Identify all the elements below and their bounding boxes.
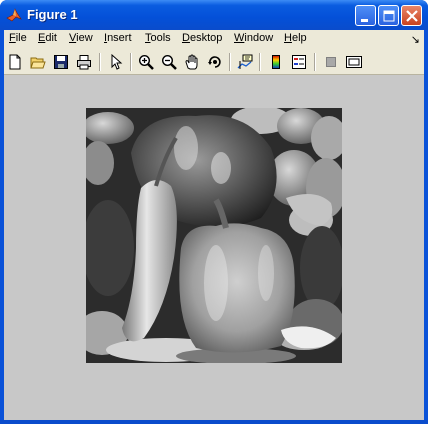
new-figure-icon [9, 54, 21, 70]
peppers-image [86, 108, 342, 363]
edit-plot-button[interactable] [106, 52, 126, 72]
data-cursor-button[interactable] [235, 52, 255, 72]
open-file-button[interactable] [28, 52, 48, 72]
zoom-out-icon [161, 54, 177, 70]
insert-colorbar-icon [272, 55, 280, 69]
new-figure-button[interactable] [5, 52, 25, 72]
menu-insert[interactable]: Insert [104, 32, 132, 44]
window-bottom-border [0, 420, 428, 424]
close-button[interactable] [401, 5, 422, 26]
maximize-icon [383, 10, 395, 22]
figure-window: Figure 1 File Edit View Insert Tools Des… [0, 0, 428, 424]
edit-plot-arrow-icon [111, 54, 123, 70]
save-button[interactable] [51, 52, 71, 72]
insert-legend-icon [292, 55, 306, 69]
figure-toolbar [4, 49, 424, 75]
rotate-3d-icon [208, 56, 221, 68]
zoom-in-icon [138, 54, 154, 70]
zoom-out-button[interactable] [159, 52, 179, 72]
matlab-logo-icon [6, 8, 22, 22]
menu-help[interactable]: Help [284, 32, 307, 44]
minimize-icon [361, 19, 368, 22]
dock-figure-icon[interactable]: ↘ [411, 33, 420, 46]
menu-desktop[interactable]: Desktop [182, 32, 222, 44]
title-bar[interactable]: Figure 1 [0, 0, 428, 30]
show-plot-tools-icon [346, 56, 362, 68]
toolbar-separator [99, 53, 101, 71]
pan-hand-icon [185, 54, 198, 70]
maximize-button[interactable] [378, 5, 399, 26]
window-title: Figure 1 [27, 7, 78, 22]
close-icon [406, 10, 418, 22]
zoom-in-button[interactable] [136, 52, 156, 72]
window-client-area: File Edit View Insert Tools Desktop Wind… [4, 30, 424, 420]
menu-view[interactable]: View [69, 32, 93, 44]
pan-button[interactable] [182, 52, 202, 72]
figure-canvas[interactable] [4, 75, 424, 420]
toolbar-separator [130, 53, 132, 71]
data-cursor-icon [237, 54, 253, 69]
minimize-button[interactable] [355, 5, 376, 26]
toolbar-separator [229, 53, 231, 71]
toolbar-separator [259, 53, 261, 71]
save-icon [54, 55, 68, 69]
rotate-3d-button[interactable] [205, 52, 225, 72]
hide-plot-tools-button[interactable] [321, 52, 341, 72]
hide-plot-tools-icon [326, 57, 336, 67]
print-icon [77, 55, 91, 70]
menu-file[interactable]: File [9, 32, 27, 44]
insert-colorbar-button[interactable] [266, 52, 286, 72]
menu-edit[interactable]: Edit [38, 32, 57, 44]
menu-bar: File Edit View Insert Tools Desktop Wind… [4, 30, 424, 49]
peppers-photo-drawing [86, 108, 342, 363]
open-file-icon [30, 57, 46, 69]
menu-window[interactable]: Window [234, 32, 273, 44]
toolbar-separator [314, 53, 316, 71]
print-button[interactable] [74, 52, 94, 72]
insert-legend-button[interactable] [289, 52, 309, 72]
menu-tools[interactable]: Tools [145, 32, 171, 44]
show-plot-tools-button[interactable] [344, 52, 364, 72]
